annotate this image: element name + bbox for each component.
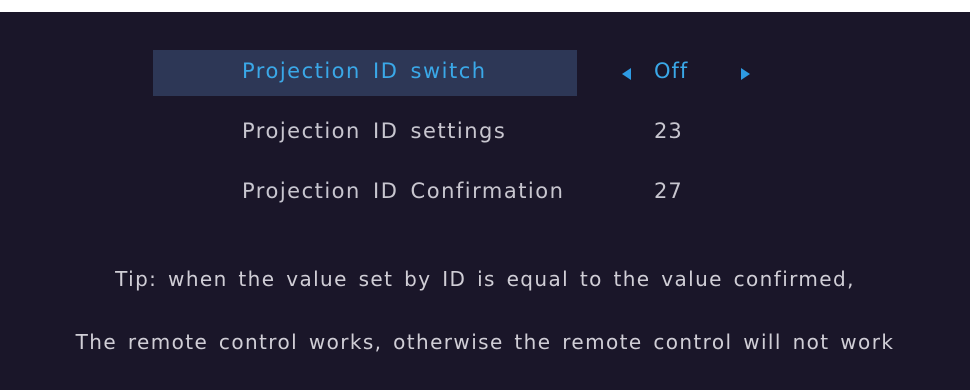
projection-id-menu-screen: Projection ID switch Off Projection ID s… [0,12,970,390]
increase-arrow-icon[interactable] [741,68,750,80]
tip-text-line-1: Tip: when the value set by ID is equal t… [115,267,855,291]
projection-id-confirmation-value: 27 [654,179,683,203]
menu-item-projection-id-confirmation[interactable]: Projection ID Confirmation [242,179,564,203]
decrease-arrow-icon[interactable] [622,68,631,80]
projection-id-settings-value: 23 [654,119,683,143]
menu-item-projection-id-settings[interactable]: Projection ID settings [242,119,506,143]
projection-id-switch-value: Off [654,59,689,83]
tip-text-line-2: The remote control works, otherwise the … [75,330,895,354]
menu-item-projection-id-switch[interactable]: Projection ID switch [242,59,487,83]
